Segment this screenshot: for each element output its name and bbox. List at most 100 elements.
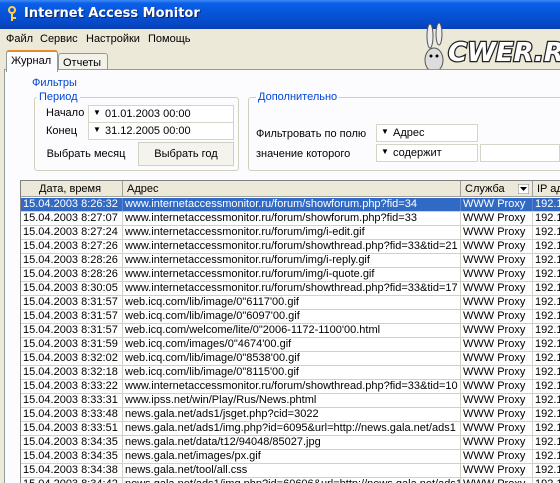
cell-ip: 192.1: [533, 464, 560, 477]
cell-service: WWW Proxy: [461, 296, 533, 309]
start-date-picker[interactable]: ▼ 01.01.2003 00:00: [88, 105, 234, 123]
table-row[interactable]: 15.04.2003 8:31:59 web.icq.com/images/0"4…: [21, 338, 560, 352]
cell-ip: 192.1: [533, 436, 560, 449]
cell-datetime: 15.04.2003 8:32:18: [21, 366, 123, 379]
cwer-logo: CWER.RU: [424, 22, 560, 73]
cell-datetime: 15.04.2003 8:27:26: [21, 240, 123, 253]
cell-service: WWW Proxy: [461, 240, 533, 253]
table-row[interactable]: 15.04.2003 8:34:35 news.gala.net/images/p…: [21, 450, 560, 464]
table-row[interactable]: 15.04.2003 8:33:31 www.ipss.net/win/Play/…: [21, 394, 560, 408]
cell-datetime: 15.04.2003 8:31:57: [21, 296, 123, 309]
cell-address: news.gala.net/images/px.gif: [123, 450, 461, 463]
table-row[interactable]: 15.04.2003 8:32:18 web.icq.com/lib/image/…: [21, 366, 560, 380]
column-header-service-label: Служба: [465, 183, 505, 195]
cell-address: web.icq.com/lib/image/0"6097'00.gif: [123, 310, 461, 323]
table-row[interactable]: 15.04.2003 8:34:38 news.gala.net/tool/all…: [21, 464, 560, 478]
cell-service: WWW Proxy: [461, 310, 533, 323]
filter-dropdown-icon[interactable]: [518, 184, 529, 194]
table-row[interactable]: 15.04.2003 8:28:26 www.internetaccessmoni…: [21, 268, 560, 282]
cell-ip: 192.1: [533, 226, 560, 239]
chevron-down-icon: ▼: [381, 127, 389, 136]
filter-by-field-label: Фильтровать по полю: [256, 128, 367, 140]
end-label: Конец: [46, 125, 78, 137]
table-row[interactable]: 15.04.2003 8:31:57 web.icq.com/lib/image/…: [21, 310, 560, 324]
end-date-picker[interactable]: ▼ 31.12.2005 00:00: [88, 122, 234, 140]
cell-datetime: 15.04.2003 8:34:35: [21, 436, 123, 449]
condition-select[interactable]: ▼ содержит: [376, 144, 478, 162]
cell-service: WWW Proxy: [461, 380, 533, 393]
table-row[interactable]: 15.04.2003 8:32:02 web.icq.com/lib/image/…: [21, 352, 560, 366]
table-row[interactable]: 15.04.2003 8:28:26 www.internetaccessmoni…: [21, 254, 560, 268]
cell-service: WWW Proxy: [461, 268, 533, 281]
cell-address: web.icq.com/welcome/lite/0"2006-1172-110…: [123, 324, 461, 337]
cell-datetime: 15.04.2003 8:27:07: [21, 212, 123, 225]
column-header-service[interactable]: Служба: [461, 181, 533, 197]
table-row[interactable]: 15.04.2003 8:30:05 www.internetaccessmoni…: [21, 282, 560, 296]
table-row[interactable]: 15.04.2003 8:26:32 www.internetaccessmoni…: [21, 198, 560, 212]
cell-address: www.internetaccessmonitor.ru/forum/showt…: [123, 282, 461, 295]
column-header-datetime[interactable]: Дата, время: [21, 181, 123, 197]
tab-journal[interactable]: Журнал: [6, 50, 58, 72]
cell-datetime: 15.04.2003 8:31:57: [21, 310, 123, 323]
period-label: Период: [37, 91, 80, 103]
cell-datetime: 15.04.2003 8:30:05: [21, 282, 123, 295]
cell-ip: 192.1: [533, 366, 560, 379]
cell-service: WWW Proxy: [461, 212, 533, 225]
table-row[interactable]: 15.04.2003 8:34:42news.gala.net/ads1/img…: [21, 478, 560, 483]
cell-ip: 192.1: [533, 324, 560, 337]
cell-datetime: 15.04.2003 8:26:32: [21, 198, 123, 211]
cell-address: www.internetaccessmonitor.ru/forum/showf…: [123, 198, 461, 211]
cell-address: www.ipss.net/win/Play/Rus/News.phtml: [123, 394, 461, 407]
filter-value-input[interactable]: [480, 144, 560, 162]
start-label: Начало: [46, 107, 85, 119]
cell-datetime: 15.04.2003 8:34:35: [21, 450, 123, 463]
column-header-ip[interactable]: IP ад: [533, 181, 560, 197]
cell-address: www.internetaccessmonitor.ru/forum/showt…: [123, 380, 461, 393]
svg-text:CWER.RU: CWER.RU: [448, 38, 560, 68]
chevron-down-icon: ▼: [93, 108, 101, 117]
cell-address: www.internetaccessmonitor.ru/forum/img/i…: [123, 254, 461, 267]
table-row[interactable]: 15.04.2003 8:31:57 web.icq.com/lib/image/…: [21, 296, 560, 310]
cell-datetime: 15.04.2003 8:27:24: [21, 226, 123, 239]
table-row[interactable]: 15.04.2003 8:27:24 www.internetaccessmoni…: [21, 226, 560, 240]
table-row[interactable]: 15.04.2003 8:31:57 web.icq.com/welcome/li…: [21, 324, 560, 338]
cell-service: WWW Proxy: [461, 198, 533, 211]
cell-address: news.gala.net/data/t12/94048/85027.jpg: [123, 436, 461, 449]
cell-ip: 192.1: [533, 352, 560, 365]
cell-service: WWW Proxy: [461, 478, 533, 483]
table-row[interactable]: 15.04.2003 8:34:35 news.gala.net/data/t12…: [21, 436, 560, 450]
select-month-button[interactable]: Выбрать месяц: [38, 142, 134, 166]
cell-datetime: 15.04.2003 8:33:31: [21, 394, 123, 407]
cell-service: WWW Proxy: [461, 226, 533, 239]
app-key-icon: [8, 6, 16, 21]
cell-ip: 192.1: [533, 408, 560, 421]
table-row[interactable]: 15.04.2003 8:33:48 news.gala.net/ads1/jsg…: [21, 408, 560, 422]
cell-service: WWW Proxy: [461, 324, 533, 337]
table-row[interactable]: 15.04.2003 8:27:07 www.internetaccessmoni…: [21, 212, 560, 226]
cell-service: WWW Proxy: [461, 254, 533, 267]
menu-service[interactable]: Сервис: [40, 33, 78, 45]
column-header-address[interactable]: Адрес: [123, 181, 461, 197]
cell-ip: 192.1: [533, 296, 560, 309]
value-condition-label: значение которого: [256, 148, 351, 160]
cell-datetime: 15.04.2003 8:32:02: [21, 352, 123, 365]
cell-address: news.gala.net/ads1/img.php?id=60606&url=…: [123, 478, 461, 483]
cell-address: www.internetaccessmonitor.ru/forum/img/i…: [123, 268, 461, 281]
cell-datetime: 15.04.2003 8:33:48: [21, 408, 123, 421]
cell-ip: 192.1: [533, 394, 560, 407]
filters-label: Фильтры: [30, 77, 79, 89]
table-row[interactable]: 15.04.2003 8:33:22 www.internetaccessmoni…: [21, 380, 560, 394]
cell-ip: 192.1: [533, 478, 560, 483]
menu-file[interactable]: Файл: [6, 33, 33, 45]
filter-field-select[interactable]: ▼ Адрес: [376, 124, 478, 142]
chevron-down-icon: ▼: [381, 147, 389, 156]
cell-address: news.gala.net/ads1/img.php?id=6095&url=h…: [123, 422, 461, 435]
cell-service: WWW Proxy: [461, 450, 533, 463]
cell-address: news.gala.net/tool/all.css: [123, 464, 461, 477]
table-row[interactable]: 15.04.2003 8:33:51 news.gala.net/ads1/img…: [21, 422, 560, 436]
table-row[interactable]: 15.04.2003 8:27:26 www.internetaccessmoni…: [21, 240, 560, 254]
menu-help[interactable]: Помощь: [148, 33, 191, 45]
cell-service: WWW Proxy: [461, 366, 533, 379]
select-year-button[interactable]: Выбрать год: [138, 142, 234, 166]
menu-settings[interactable]: Настройки: [86, 33, 140, 45]
